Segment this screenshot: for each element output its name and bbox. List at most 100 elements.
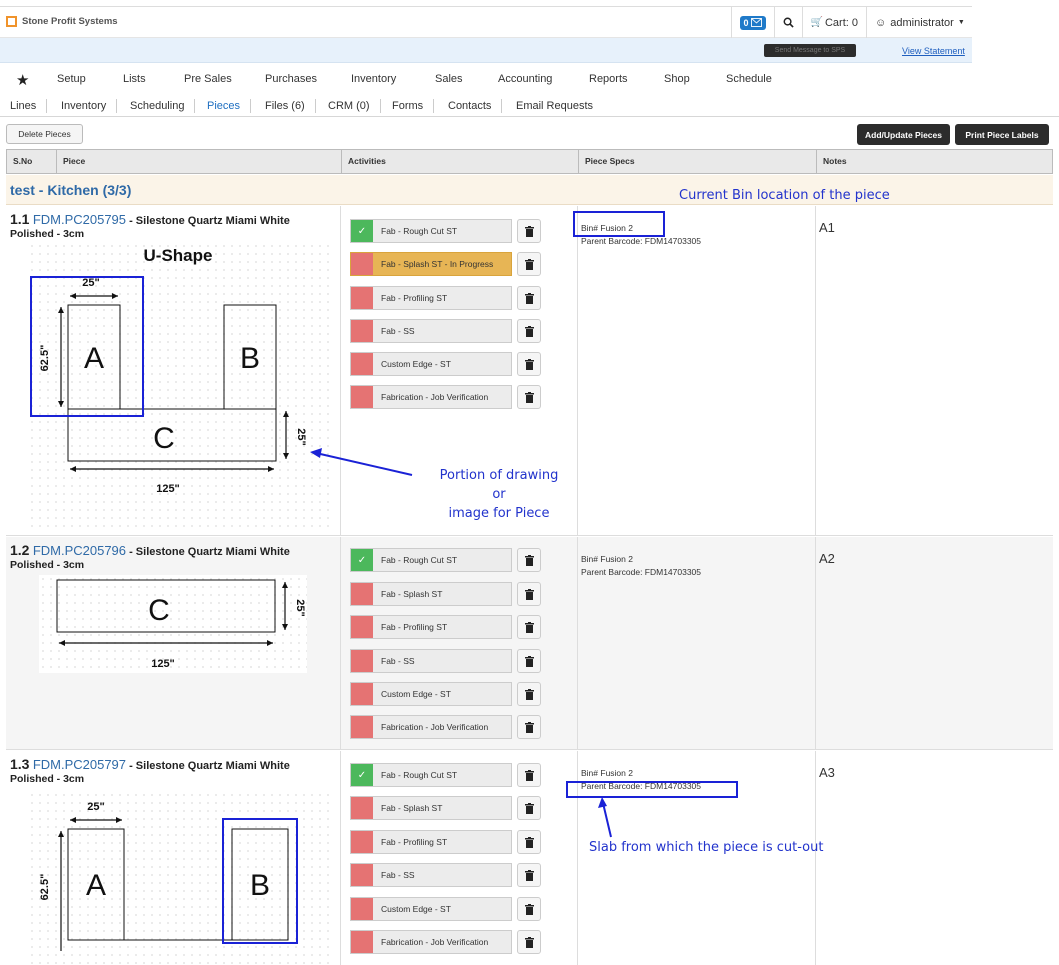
tab-inventory[interactable]: Inventory — [61, 99, 118, 113]
nav-schedule[interactable]: Schedule — [726, 73, 772, 85]
tab-crm[interactable]: CRM (0) — [328, 99, 381, 113]
send-message-button[interactable]: Send Message to SPS — [764, 44, 856, 57]
trash-icon — [524, 621, 534, 633]
col-activities: Activities — [341, 150, 578, 173]
delete-activity-button[interactable] — [517, 252, 541, 276]
delete-activity-button[interactable] — [517, 863, 541, 887]
delete-activity-button[interactable] — [517, 548, 541, 572]
trash-icon — [524, 936, 534, 948]
activity-custom-edge[interactable]: Custom Edge - ST — [350, 352, 512, 376]
activity-ss[interactable]: Fab - SS — [350, 319, 512, 343]
activity-rough-cut[interactable]: ✓ Fab - Rough Cut ST — [350, 548, 512, 572]
nav-inventory[interactable]: Inventory — [351, 73, 396, 85]
activity-rough-cut[interactable]: ✓ Fab - Rough Cut ST — [350, 763, 512, 787]
delete-activity-button[interactable] — [517, 796, 541, 820]
highlight-drawing-b — [222, 818, 298, 944]
nav-accounting[interactable]: Accounting — [498, 73, 552, 85]
delete-activity-button[interactable] — [517, 930, 541, 954]
delete-activity-button[interactable] — [517, 352, 541, 376]
status-swatch — [351, 931, 373, 953]
delete-activity-button[interactable] — [517, 715, 541, 739]
top-bar: Stone Profit Systems 0 🛒 Cart: 0 ☺ admin… — [0, 6, 972, 38]
activity-splash[interactable]: Fab - Splash ST — [350, 582, 512, 606]
delete-activity-button[interactable] — [517, 763, 541, 787]
tab-lines[interactable]: Lines — [10, 99, 48, 113]
piece-code-link[interactable]: FDM.PC205796 — [33, 543, 126, 558]
activity-custom-edge[interactable]: Custom Edge - ST — [350, 897, 512, 921]
delete-activity-button[interactable] — [517, 385, 541, 409]
col-piece: Piece — [56, 150, 341, 173]
status-swatch — [351, 616, 373, 638]
trash-icon — [524, 802, 534, 814]
activity-ss[interactable]: Fab - SS — [350, 863, 512, 887]
piece-code-link[interactable]: FDM.PC205797 — [33, 757, 126, 772]
delete-activity-button[interactable] — [517, 682, 541, 706]
delete-activity-button[interactable] — [517, 219, 541, 243]
tab-pieces[interactable]: Pieces — [207, 99, 252, 113]
activity-custom-edge[interactable]: Custom Edge - ST — [350, 682, 512, 706]
activity-rough-cut[interactable]: ✓ Fab - Rough Cut ST — [350, 219, 512, 243]
piece-note: A1 — [819, 220, 835, 235]
activity-splash[interactable]: Fab - Splash ST — [350, 796, 512, 820]
dim-bottom: 125" — [156, 483, 180, 495]
envelope-icon — [750, 18, 762, 27]
piece-drawing[interactable]: C 25" 125" — [39, 575, 307, 673]
activity-splash[interactable]: Fab - Splash ST - In Progress — [350, 252, 512, 276]
delete-activity-button[interactable] — [517, 649, 541, 673]
delete-activity-button[interactable] — [517, 286, 541, 310]
delete-pieces-button[interactable]: Delete Pieces — [6, 124, 83, 144]
tab-files[interactable]: Files (6) — [265, 99, 316, 113]
status-swatch — [351, 716, 373, 738]
delete-activity-button[interactable] — [517, 582, 541, 606]
delete-activity-button[interactable] — [517, 897, 541, 921]
label-c: C — [153, 422, 175, 455]
nav-sales[interactable]: Sales — [435, 73, 463, 85]
user-icon: ☺ — [875, 16, 887, 29]
arrow-drawing — [310, 448, 413, 476]
activity-job-verification[interactable]: Fabrication - Job Verification — [350, 715, 512, 739]
status-swatch — [351, 253, 373, 275]
search-button[interactable] — [773, 7, 802, 38]
favorites-star-icon[interactable]: ★ — [16, 71, 29, 89]
trash-icon — [524, 554, 534, 566]
check-icon: ✓ — [351, 764, 373, 786]
piece-code-link[interactable]: FDM.PC205795 — [33, 212, 126, 227]
delete-activity-button[interactable] — [517, 615, 541, 639]
nav-lists[interactable]: Lists — [123, 73, 146, 85]
activity-job-verification[interactable]: Fabrication - Job Verification — [350, 385, 512, 409]
activity-job-verification[interactable]: Fabrication - Job Verification — [350, 930, 512, 954]
activity-profiling[interactable]: Fab - Profiling ST — [350, 830, 512, 854]
messages-badge: 0 — [739, 15, 766, 30]
status-swatch — [351, 683, 373, 705]
trash-icon — [524, 836, 534, 848]
col-piece-specs: Piece Specs — [578, 150, 816, 173]
tab-email-requests[interactable]: Email Requests — [516, 99, 603, 113]
tab-forms[interactable]: Forms — [392, 99, 435, 113]
parent-barcode: Parent Barcode: FDM14703305 — [581, 567, 702, 577]
status-swatch — [351, 353, 373, 375]
annotation-drawing-line1: Portion of drawing — [439, 468, 559, 483]
nav-purchases[interactable]: Purchases — [265, 73, 317, 85]
piece-finish: Polished - 3cm — [10, 228, 85, 240]
nav-reports[interactable]: Reports — [589, 73, 628, 85]
nav-setup[interactable]: Setup — [57, 73, 86, 85]
delete-activity-button[interactable] — [517, 319, 541, 343]
activity-profiling[interactable]: Fab - Profiling ST — [350, 615, 512, 639]
messages-button[interactable]: 0 — [730, 7, 774, 38]
status-swatch — [351, 864, 373, 886]
add-update-pieces-button[interactable]: Add/Update Pieces — [857, 124, 950, 145]
cart-button[interactable]: 🛒 Cart: 0 — [801, 7, 866, 38]
tab-scheduling[interactable]: Scheduling — [130, 99, 196, 113]
group-title[interactable]: test - Kitchen (3/3) — [10, 182, 131, 198]
nav-shop[interactable]: Shop — [664, 73, 690, 85]
brand[interactable]: Stone Profit Systems — [6, 16, 118, 27]
activity-ss[interactable]: Fab - SS — [350, 649, 512, 673]
activity-profiling[interactable]: Fab - Profiling ST — [350, 286, 512, 310]
user-menu[interactable]: ☺ administrator ▼ — [866, 7, 972, 38]
view-statement-link[interactable]: View Statement — [902, 46, 965, 56]
tab-contacts[interactable]: Contacts — [448, 99, 503, 113]
delete-activity-button[interactable] — [517, 830, 541, 854]
nav-pre-sales[interactable]: Pre Sales — [184, 73, 232, 85]
print-piece-labels-button[interactable]: Print Piece Labels — [955, 124, 1049, 145]
check-icon: ✓ — [351, 549, 373, 571]
